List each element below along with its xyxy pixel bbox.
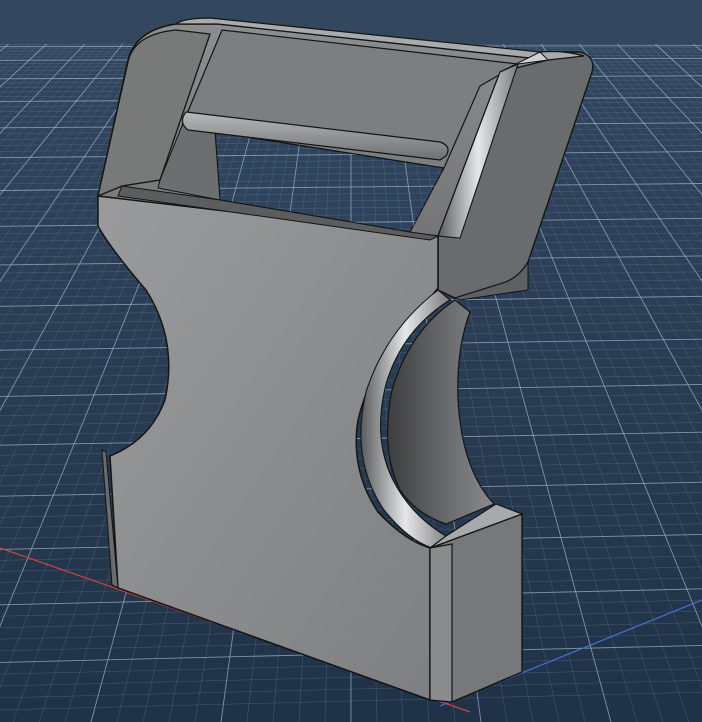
- 3d-viewport[interactable]: [0, 0, 702, 722]
- viewport-canvas[interactable]: [0, 0, 702, 722]
- lower-block-front-strip: [429, 543, 453, 703]
